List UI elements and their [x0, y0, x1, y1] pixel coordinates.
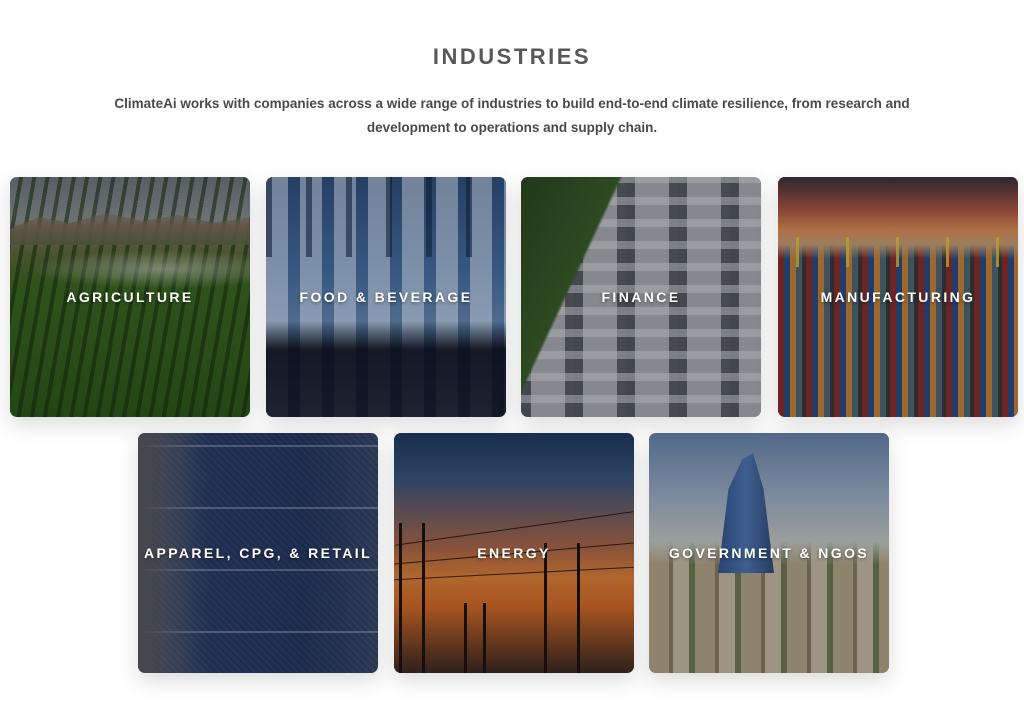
industry-card-label: APPAREL, CPG, & RETAIL: [143, 545, 373, 561]
industry-card-apparel[interactable]: APPAREL, CPG, & RETAIL: [138, 433, 378, 673]
industries-section: INDUSTRIES ClimateAi works with companie…: [0, 0, 1024, 706]
industry-card-finance[interactable]: FINANCE: [521, 177, 761, 417]
industry-card-agriculture[interactable]: AGRICULTURE: [10, 177, 250, 417]
industry-card-label: AGRICULTURE: [66, 289, 194, 305]
industry-card-food-beverage[interactable]: FOOD & BEVERAGE: [266, 177, 506, 417]
industry-card-label: FOOD & BEVERAGE: [299, 289, 473, 305]
industry-card-label: ENERGY: [477, 545, 551, 561]
industry-card-energy[interactable]: ENERGY: [394, 433, 634, 673]
industry-card-label: MANUFACTURING: [820, 289, 976, 305]
industry-card-label: FINANCE: [601, 289, 681, 305]
section-intro: ClimateAi works with companies across a …: [114, 96, 910, 135]
industry-card-manufacturing[interactable]: MANUFACTURING: [778, 177, 1018, 417]
industry-card-label: GOVERNMENT & NGOS: [668, 545, 870, 561]
industry-card-government[interactable]: GOVERNMENT & NGOS: [649, 433, 889, 673]
section-title: INDUSTRIES: [432, 44, 592, 69]
